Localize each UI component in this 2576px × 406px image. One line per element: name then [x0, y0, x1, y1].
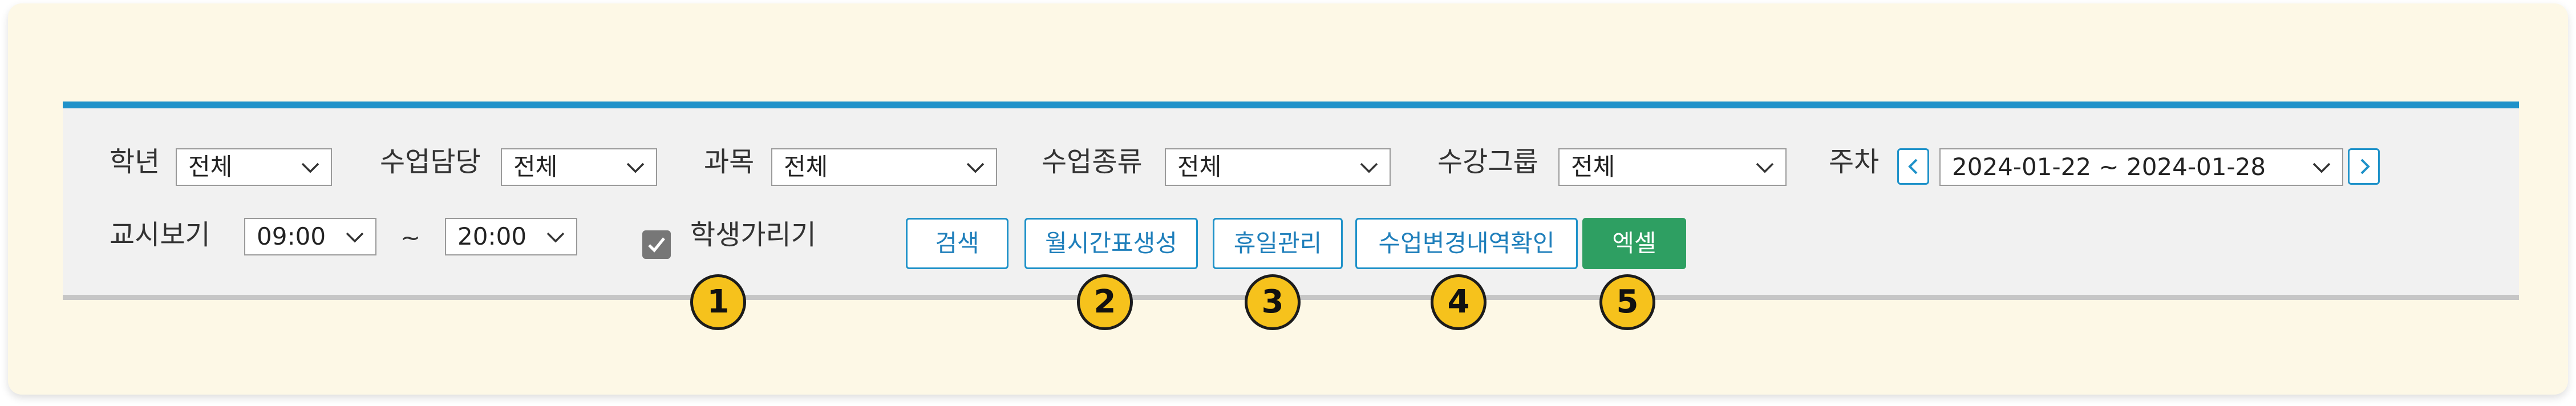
search-button[interactable]: 검색 — [906, 218, 1008, 269]
subject-select[interactable]: 전체 — [771, 148, 997, 186]
period-start-select[interactable]: 09:00 — [244, 218, 376, 255]
callout-badge-3: 3 — [1245, 274, 1301, 330]
chevron-down-icon — [1360, 163, 1378, 173]
class-type-select[interactable]: 전체 — [1165, 148, 1391, 186]
generate-timetable-button[interactable]: 월시간표생성 — [1024, 218, 1198, 269]
subject-select-value: 전체 — [784, 153, 828, 181]
callout-badge-4: 4 — [1431, 274, 1487, 330]
chevron-down-icon — [626, 163, 645, 173]
teacher-select[interactable]: 전체 — [501, 148, 657, 186]
next-week-button[interactable] — [2348, 148, 2380, 185]
course-group-label: 수강그룹 — [1437, 146, 1538, 178]
class-type-select-value: 전체 — [1177, 153, 1222, 181]
hide-students-label: 학생가리기 — [690, 219, 816, 251]
week-select-value: 2024-01-22 ~ 2024-01-28 — [1952, 153, 2266, 181]
grade-select-value: 전체 — [188, 153, 233, 181]
chevron-down-icon — [2312, 163, 2331, 173]
period-view-label: 교시보기 — [110, 219, 210, 251]
callout-badge-5: 5 — [1599, 274, 1655, 330]
chevron-down-icon — [546, 232, 565, 243]
course-group-select-value: 전체 — [1571, 153, 1615, 181]
course-group-select[interactable]: 전체 — [1558, 148, 1787, 186]
chevron-down-icon — [1756, 163, 1774, 173]
callout-badge-2: 2 — [1077, 274, 1133, 330]
chevron-down-icon — [346, 232, 364, 243]
callout-badge-1: 1 — [690, 274, 746, 330]
hide-students-checkbox[interactable] — [642, 230, 671, 259]
period-start-value: 09:00 — [257, 222, 326, 250]
grade-select[interactable]: 전체 — [176, 148, 332, 186]
annotation-card: 학년 전체 수업담당 전체 과목 전체 수업종류 전체 수강그룹 전체 주차 2… — [8, 3, 2568, 395]
chevron-left-icon — [1908, 159, 1918, 174]
class-change-history-button[interactable]: 수업변경내역확인 — [1355, 218, 1578, 269]
period-end-select[interactable]: 20:00 — [445, 218, 577, 255]
chevron-down-icon — [301, 163, 319, 173]
checkmark-icon — [648, 237, 665, 253]
subject-label: 과목 — [704, 146, 755, 178]
class-type-label: 수업종류 — [1042, 146, 1143, 178]
teacher-select-value: 전체 — [513, 153, 558, 181]
excel-button[interactable]: 엑셀 — [1582, 218, 1686, 269]
period-separator: ~ — [400, 224, 421, 251]
teacher-label: 수업담당 — [380, 146, 481, 178]
week-label: 주차 — [1829, 146, 1880, 178]
search-filter-panel: 학년 전체 수업담당 전체 과목 전체 수업종류 전체 수강그룹 전체 주차 2… — [63, 102, 2519, 300]
holiday-management-button[interactable]: 휴일관리 — [1213, 218, 1343, 269]
grade-label: 학년 — [110, 146, 160, 178]
week-select[interactable]: 2024-01-22 ~ 2024-01-28 — [1939, 148, 2343, 186]
chevron-right-icon — [2360, 159, 2370, 174]
prev-week-button[interactable] — [1897, 148, 1929, 185]
chevron-down-icon — [966, 163, 985, 173]
period-end-value: 20:00 — [457, 222, 527, 250]
